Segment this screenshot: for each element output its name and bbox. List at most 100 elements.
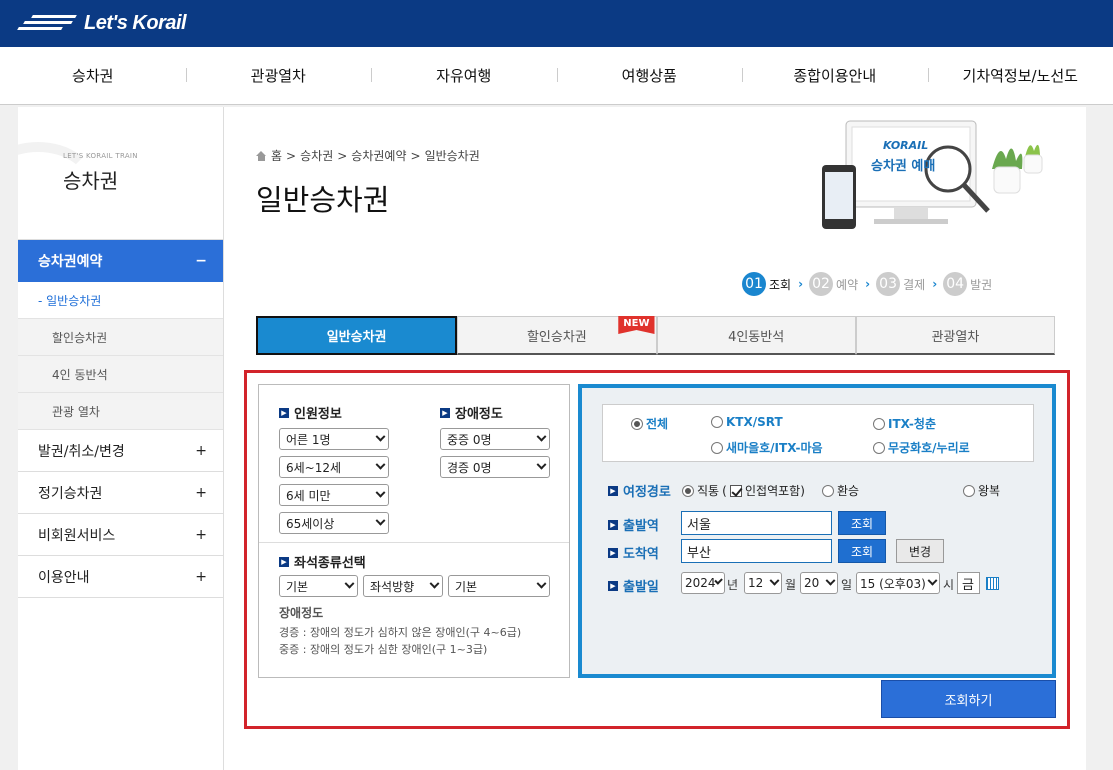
step-search: 01 조회 › xyxy=(742,272,803,296)
train-type-all-radio[interactable]: 전체 xyxy=(631,415,668,432)
route-direct-radio[interactable]: 직통 ( xyxy=(682,482,727,499)
mild-disability-select[interactable]: 경증 0명 xyxy=(440,456,550,478)
seat-option-select[interactable]: 기본 xyxy=(448,575,550,597)
sidebar-item-label: 승차권예약 xyxy=(38,254,103,270)
route-transfer-radio[interactable]: 환승 xyxy=(822,482,859,499)
train-type-itx-cheongchun-radio[interactable]: ITX-청춘 xyxy=(873,415,936,432)
train-type-ktx-radio[interactable]: KTX/SRT xyxy=(711,415,783,429)
select-value: 경증 0명 xyxy=(447,460,492,475)
home-icon[interactable] xyxy=(256,150,267,161)
chevron-right-icon: › xyxy=(865,277,871,291)
step-number: 03 xyxy=(876,272,901,296)
calendar-icon[interactable] xyxy=(986,577,999,590)
chevron-right-icon: › xyxy=(932,277,938,291)
breadcrumb-home[interactable]: 홈 xyxy=(271,147,282,164)
hero-illustration: KORAIL 승차권 예매 xyxy=(820,119,1050,237)
sidebar-item-label: 비회원서비스 xyxy=(38,527,116,544)
route-panel: 전체 KTX/SRT ITX-청춘 새마을호/ITX-마음 무궁화호/누리로 ▶… xyxy=(578,384,1056,678)
month-select[interactable]: 12 xyxy=(744,572,782,594)
breadcrumb-separator: > xyxy=(286,148,297,163)
weekday-field: 금 xyxy=(957,572,980,594)
divider xyxy=(259,542,569,543)
select-value: 기본 xyxy=(286,579,309,594)
korail-logo[interactable]: Let's Korail xyxy=(17,8,187,38)
year-select[interactable]: 2024 xyxy=(681,572,725,594)
departure-search-button[interactable]: 조회 xyxy=(838,511,886,535)
field-label-text: 도착역 xyxy=(623,547,659,562)
search-trains-button[interactable]: 조회하기 xyxy=(881,680,1056,718)
section-label-text: 장애정도 xyxy=(455,407,503,422)
tab-general-ticket[interactable]: 일반승차권 xyxy=(256,316,458,355)
radio-icon xyxy=(963,484,975,497)
sidebar-subitem-discount[interactable]: 할인승차권 xyxy=(18,319,223,356)
day-select[interactable]: 20 xyxy=(800,572,838,594)
step-label: 조회 xyxy=(769,277,792,292)
radio-icon xyxy=(682,484,694,497)
new-badge: NEW xyxy=(618,316,655,334)
nav-item-tour-train[interactable]: 관광열차 xyxy=(185,65,372,86)
sidebar-item-reservation[interactable]: 승차권예약 − xyxy=(18,240,223,282)
step-label: 발권 xyxy=(970,277,993,292)
sidebar-item-season-ticket[interactable]: 정기승차권 + xyxy=(18,472,223,514)
departure-station-input[interactable]: 서울 xyxy=(681,511,832,535)
month-unit: 월 xyxy=(785,578,797,592)
senior-select[interactable]: 65세이상 xyxy=(279,512,389,534)
arrival-search-button[interactable]: 조회 xyxy=(838,539,886,563)
nav-item-tickets[interactable]: 승차권 xyxy=(0,65,186,86)
paren-text: ( xyxy=(722,483,727,498)
tab-label: 할인승차권 xyxy=(526,329,587,345)
hero-caption: 승차권 예매 xyxy=(871,159,936,174)
route-roundtrip-radio[interactable]: 왕복 xyxy=(963,482,1000,499)
breadcrumb-separator: > xyxy=(410,148,421,163)
hero-brand: KORAIL xyxy=(883,139,929,152)
sidebar-item-usage-guide[interactable]: 이용안내 + xyxy=(18,556,223,598)
severe-disability-select[interactable]: 중증 0명 xyxy=(440,428,550,450)
train-type-mugunghwa-radio[interactable]: 무궁화호/누리로 xyxy=(873,439,970,456)
sidebar-subitem-four-seat[interactable]: 4인 동반석 xyxy=(18,356,223,393)
sidebar-item-label: 이용안내 xyxy=(38,569,90,586)
select-value: 6세 미만 xyxy=(286,488,331,503)
booking-steps: 01 조회 › 02 예약 › 03 결제 › 04 발권 xyxy=(742,272,992,296)
adjacent-station-checkbox[interactable]: 인접역포함) xyxy=(730,482,805,499)
seat-type-select[interactable]: 기본 xyxy=(279,575,358,597)
chevron-down-icon xyxy=(344,578,355,589)
sidebar-item-issue-cancel[interactable]: 발권/취소/변경 + xyxy=(18,430,223,472)
nav-item-guide[interactable]: 종합이용안내 xyxy=(742,65,928,86)
radio-icon xyxy=(873,417,885,430)
nav-item-free-travel[interactable]: 자유여행 xyxy=(371,65,557,86)
breadcrumb-reservation[interactable]: 승차권예약 xyxy=(351,147,406,164)
seat-direction-select[interactable]: 좌석방향 xyxy=(363,575,443,597)
select-value: 20 xyxy=(804,576,820,590)
nav-item-travel-products[interactable]: 여행상품 xyxy=(556,65,743,86)
sidebar-subtitle: LET'S KORAIL TRAIN xyxy=(63,152,138,160)
step-payment: 03 결제 › xyxy=(876,272,937,296)
sidebar-subitem-tour[interactable]: 관광 열차 xyxy=(18,393,223,430)
disability-note-severe: 중증 : 장애의 정도가 심한 장애인(구 1~3급) xyxy=(279,643,488,656)
chevron-down-icon xyxy=(375,515,386,526)
page-container: LET'S KORAIL TRAIN 승차권 승차권예약 − - 일반승차권 할… xyxy=(18,107,1086,770)
field-label-text: 여정경로 xyxy=(623,485,671,500)
plus-icon: + xyxy=(195,484,207,501)
hour-select[interactable]: 15 (오후03) xyxy=(856,572,940,594)
infant-select[interactable]: 6세 미만 xyxy=(279,484,389,506)
sidebar-item-label: 정기승차권 xyxy=(38,485,103,502)
adult-select[interactable]: 어른 1명 xyxy=(279,428,389,450)
step-label: 결제 xyxy=(903,277,926,292)
step-number: 01 xyxy=(742,272,766,296)
arrow-bullet-icon: ▶ xyxy=(279,407,289,418)
tab-tour-train[interactable]: 관광열차 xyxy=(855,316,1055,355)
tab-discount-ticket[interactable]: 할인승차권 NEW xyxy=(457,316,657,355)
child-select[interactable]: 6세~12세 xyxy=(279,456,389,478)
swap-stations-button[interactable]: 변경 xyxy=(896,539,944,563)
train-type-saemaeul-radio[interactable]: 새마을호/ITX-마음 xyxy=(711,439,823,456)
sidebar-item-label: 발권/취소/변경 xyxy=(38,443,125,460)
tab-four-seat[interactable]: 4인동반석 xyxy=(656,316,856,355)
arrow-bullet-icon: ▶ xyxy=(608,485,618,496)
sidebar-subitem-general[interactable]: - 일반승차권 xyxy=(18,282,223,319)
nav-item-station-info[interactable]: 기차역정보/노선도 xyxy=(927,65,1113,86)
breadcrumb-tickets[interactable]: 승차권 xyxy=(300,147,333,164)
arrival-station-input[interactable]: 부산 xyxy=(681,539,832,563)
sidebar-item-non-member[interactable]: 비회원서비스 + xyxy=(18,514,223,556)
left-sidebar: LET'S KORAIL TRAIN 승차권 승차권예약 − - 일반승차권 할… xyxy=(18,107,224,770)
passenger-panel: ▶ 인원정보 ▶ 장애정도 어른 1명 6세~12세 6세 미만 65세이상 중… xyxy=(258,384,570,678)
